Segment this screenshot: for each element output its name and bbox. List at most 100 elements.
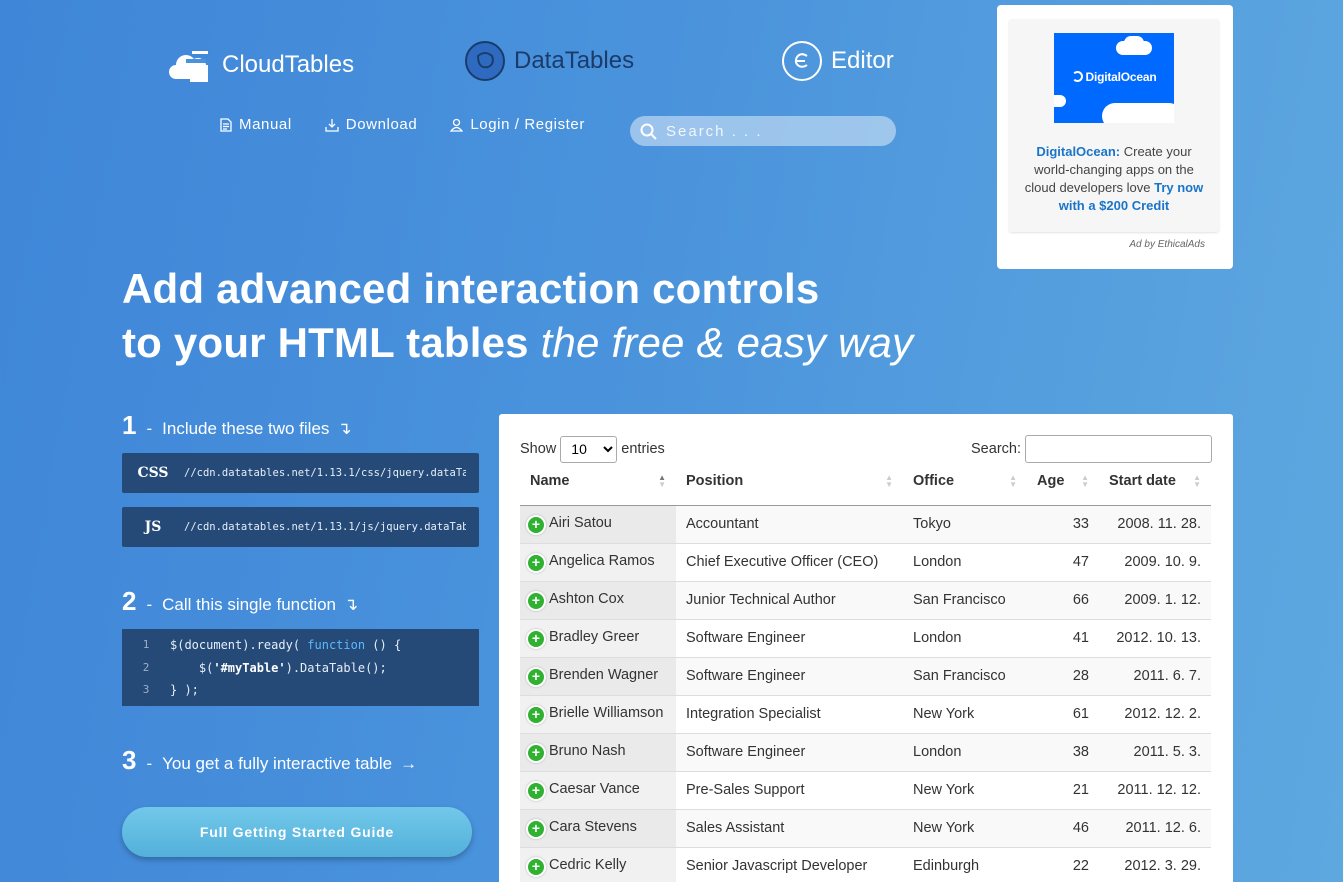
- cell-age: 28: [1027, 657, 1099, 696]
- step-2: 2 - Call this single function ↴: [122, 586, 358, 617]
- sort-icon: ▲ ▼: [1081, 473, 1089, 489]
- ad-brand-link[interactable]: DigitalOcean:: [1036, 144, 1120, 159]
- cell-name: + Cara Stevens: [520, 809, 676, 848]
- expand-row-icon[interactable]: +: [528, 821, 544, 837]
- ad-logo-text: DigitalOcean: [1085, 70, 1157, 84]
- cell-start-date: 2012. 12. 2.: [1099, 695, 1211, 734]
- ad-image[interactable]: DigitalOcean: [1054, 33, 1174, 123]
- line-number: 3: [142, 683, 150, 696]
- cell-position: Accountant: [676, 505, 903, 544]
- cell-start-date: 2011. 5. 3.: [1099, 733, 1211, 772]
- cell-start-date: 2012. 3. 29.: [1099, 847, 1211, 882]
- cell-position: Chief Executive Officer (CEO): [676, 543, 903, 582]
- cell-position: Pre-Sales Support: [676, 771, 903, 810]
- cell-name: + Angelica Ramos: [520, 543, 676, 582]
- step-text: Call this single function: [162, 595, 337, 614]
- site-search: [630, 116, 896, 146]
- line-number: 1: [142, 638, 150, 651]
- sort-asc-icon: ▲ ▼: [658, 473, 666, 489]
- cell-office: New York: [903, 695, 1027, 734]
- column-header-start-date[interactable]: Start date ▲ ▼: [1099, 458, 1211, 506]
- cloud-shape: [1102, 103, 1174, 123]
- expand-row-icon[interactable]: +: [528, 593, 544, 609]
- cloud-shape: [1054, 95, 1066, 107]
- cloudtables-link[interactable]: CloudTables: [168, 45, 354, 85]
- datatables-link[interactable]: DataTables: [464, 40, 634, 82]
- expand-row-icon[interactable]: +: [528, 745, 544, 761]
- login-register-label: Login / Register: [470, 116, 585, 133]
- table-row: + Bradley Greer Software Engineer London 41 2…: [520, 619, 1211, 658]
- arrow-down-icon: ↴: [344, 595, 359, 614]
- expand-row-icon[interactable]: +: [528, 859, 544, 875]
- code-snippet[interactable]: 1 $(document).ready( function () { 2 $('#…: [122, 629, 479, 706]
- sort-icon: ▲ ▼: [1193, 473, 1201, 489]
- cloud-shape: [1124, 36, 1144, 50]
- column-header-age[interactable]: Age ▲ ▼: [1027, 458, 1099, 506]
- ad-attribution[interactable]: Ad by EthicalAds: [1129, 239, 1205, 250]
- cell-name: + Brenden Wagner: [520, 657, 676, 696]
- manual-label: Manual: [239, 116, 292, 133]
- expand-row-icon[interactable]: +: [528, 783, 544, 799]
- table-row: + Caesar Vance Pre-Sales Support New York 21…: [520, 771, 1211, 810]
- cell-name: + Brielle Williamson: [520, 695, 676, 734]
- cell-office: New York: [903, 809, 1027, 848]
- expand-row-icon[interactable]: +: [528, 631, 544, 647]
- css-include[interactable]: CSS //cdn.datatables.net/1.13.1/css/jque…: [122, 453, 479, 493]
- column-header-position[interactable]: Position ▲ ▼: [676, 458, 903, 506]
- table-row: + Ashton Cox Junior Technical Author San Fr…: [520, 581, 1211, 620]
- cell-start-date: 2011. 12. 6.: [1099, 809, 1211, 848]
- column-label: Name: [530, 473, 570, 490]
- datatables-logo-icon: [465, 41, 505, 81]
- step-number: 1: [122, 410, 137, 440]
- table-header-row: Name ▲ ▼ Position ▲ ▼ Office ▲ ▼ Age ▲ ▼ Start d…: [520, 458, 1211, 506]
- editor-link[interactable]: Editor: [781, 40, 894, 82]
- top-nav: CloudTables DataTables Editor: [168, 40, 908, 92]
- cell-age: 22: [1027, 847, 1099, 882]
- cell-name-text: Angelica Ramos: [549, 553, 655, 569]
- step-dash: -: [146, 754, 153, 773]
- cloudtables-label: CloudTables: [222, 51, 355, 78]
- table-row: + Cedric Kelly Senior Javascript Developer…: [520, 847, 1211, 882]
- code-text: ).DataTable();: [285, 660, 387, 675]
- editor-logo-icon: [782, 41, 822, 81]
- cell-start-date: 2011. 6. 7.: [1099, 657, 1211, 696]
- cell-office: London: [903, 619, 1027, 658]
- manual-link[interactable]: Manual: [220, 116, 292, 133]
- site-search-input[interactable]: [666, 122, 886, 140]
- expand-row-icon[interactable]: +: [528, 555, 544, 571]
- expand-row-icon[interactable]: +: [528, 517, 544, 533]
- cell-age: 33: [1027, 505, 1099, 544]
- cell-age: 46: [1027, 809, 1099, 848]
- ad-panel: DigitalOcean DigitalOcean: Create your w…: [997, 5, 1233, 269]
- js-url: //cdn.datatables.net/1.13.1/js/jquery.da…: [184, 521, 466, 533]
- cell-start-date: 2009. 10. 9.: [1099, 543, 1211, 582]
- getting-started-button[interactable]: Full Getting Started Guide: [122, 807, 472, 857]
- headline-line2: to your HTML tables the free & easy way: [122, 316, 913, 370]
- ad-card: DigitalOcean DigitalOcean: Create your w…: [1009, 19, 1219, 232]
- step-1: 1 - Include these two files ↴: [122, 410, 352, 441]
- expand-row-icon[interactable]: +: [528, 669, 544, 685]
- step-text: You get a fully interactive table: [162, 754, 393, 773]
- column-header-office[interactable]: Office ▲ ▼: [903, 458, 1027, 506]
- column-header-name[interactable]: Name ▲ ▼: [520, 458, 676, 506]
- cell-position: Integration Specialist: [676, 695, 903, 734]
- cell-office: New York: [903, 771, 1027, 810]
- css-url: //cdn.datatables.net/1.13.1/css/jquery.d…: [184, 467, 466, 479]
- data-table: Name ▲ ▼ Position ▲ ▼ Office ▲ ▼ Age ▲ ▼ Start d…: [520, 458, 1211, 882]
- cell-position: Junior Technical Author: [676, 581, 903, 620]
- cell-age: 38: [1027, 733, 1099, 772]
- headline-line2-bold: to your HTML tables: [122, 319, 541, 366]
- cell-start-date: 2008. 11. 28.: [1099, 505, 1211, 544]
- cell-office: London: [903, 543, 1027, 582]
- arrow-right-icon: →: [400, 754, 418, 773]
- expand-row-icon[interactable]: +: [528, 707, 544, 723]
- cell-office: Tokyo: [903, 505, 1027, 544]
- download-link[interactable]: Download: [325, 116, 418, 133]
- login-register-link[interactable]: Login / Register: [450, 116, 585, 133]
- code-line: 2 $('#myTable').DataTable();: [122, 657, 479, 680]
- js-label: JS: [144, 519, 162, 535]
- js-include[interactable]: JS //cdn.datatables.net/1.13.1/js/jquery…: [122, 507, 479, 547]
- cell-name-text: Caesar Vance: [549, 781, 640, 797]
- table-search-label: Search:: [971, 441, 1021, 457]
- cell-name-text: Ashton Cox: [549, 591, 624, 607]
